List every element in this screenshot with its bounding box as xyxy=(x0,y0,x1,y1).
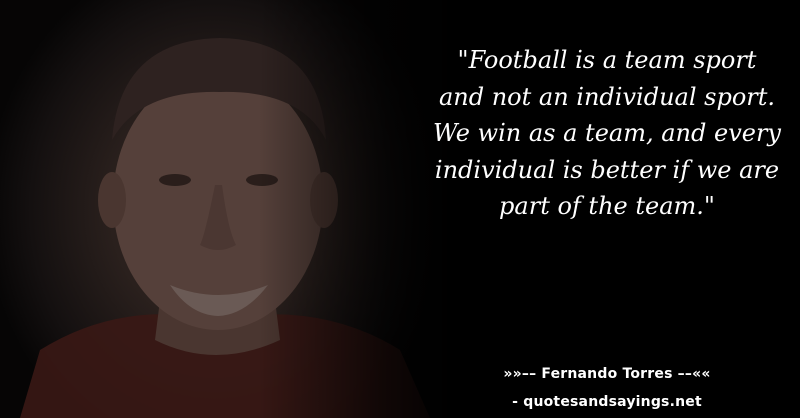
quote-text: "Football is a team sport and not an ind… xyxy=(433,46,781,220)
quote-author: »»–– Fernando Torres ––«« xyxy=(503,366,711,382)
portrait-photo xyxy=(0,0,470,418)
quote-source: - quotesandsayings.net xyxy=(512,394,702,410)
photo-fade-overlay xyxy=(0,0,470,418)
